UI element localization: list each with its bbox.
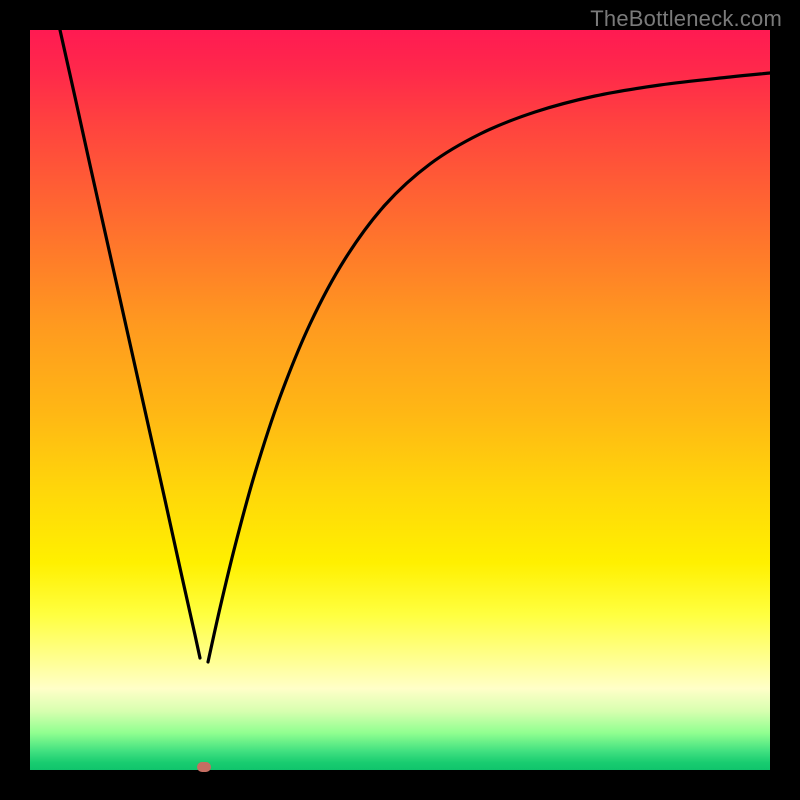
curve-right-branch [208,73,770,662]
curve-left-branch [60,30,200,658]
attribution-text: TheBottleneck.com [590,6,782,32]
minimum-marker [197,762,211,772]
curve-layer [30,30,770,770]
